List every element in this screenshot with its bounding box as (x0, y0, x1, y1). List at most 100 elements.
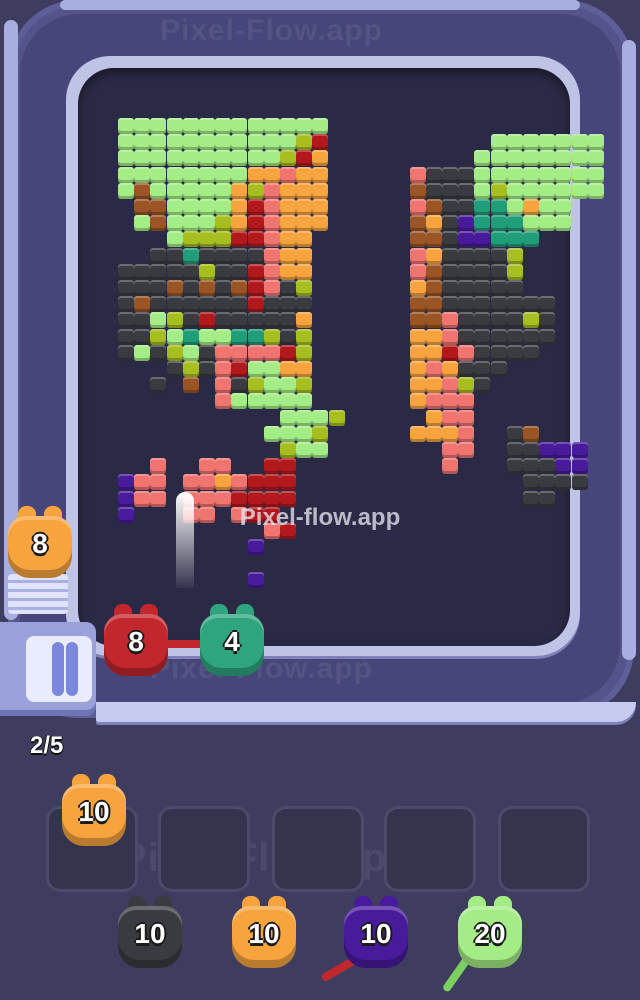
pixel-block (490, 134, 507, 151)
pixel-block (118, 134, 134, 151)
pixel-block (280, 182, 296, 199)
pixel-block (280, 150, 296, 167)
pixel-block (231, 247, 248, 264)
deck-pig[interactable]: 10 (228, 896, 300, 972)
pixel-block (442, 215, 458, 232)
pixel-block (118, 280, 134, 296)
pixel-block (231, 344, 248, 361)
pixel-block (571, 166, 588, 183)
pixel-block (182, 231, 199, 248)
pixel-block (215, 377, 232, 394)
pixel-block (280, 166, 296, 183)
pixel-block (409, 425, 426, 442)
pixel-block (458, 182, 475, 199)
pixel-block (296, 247, 313, 264)
pixel-block (474, 150, 491, 167)
deck-pig[interactable]: 10 (114, 896, 186, 972)
pixel-block (442, 182, 458, 199)
pixel-block (425, 312, 442, 329)
pixel-block (571, 458, 588, 475)
pixel-block (312, 166, 329, 183)
pixel-block (442, 344, 458, 361)
pixel-block (506, 182, 523, 199)
pixel-block (490, 296, 507, 313)
pixel-block (296, 296, 313, 313)
pixel-block (134, 312, 151, 329)
pixel-block (409, 377, 426, 394)
pixel-block (442, 231, 458, 248)
pixel-block (231, 280, 248, 296)
holding-slot-5[interactable] (498, 806, 590, 892)
queued-pig[interactable]: 8 (4, 506, 76, 582)
pixel-block (215, 231, 232, 248)
pixel-block (263, 247, 280, 264)
holding-slot-pig[interactable]: 10 (58, 774, 130, 850)
pixel-block (442, 312, 458, 329)
pixel-block (231, 312, 248, 329)
pixel-block (182, 118, 199, 134)
pixel-block (182, 182, 199, 199)
pig-ammo-count: 10 (248, 918, 280, 949)
pixel-block (263, 474, 280, 491)
pig-ammo-count: 20 (474, 918, 506, 949)
holding-slot-3[interactable] (272, 806, 364, 892)
pixel-block (215, 393, 232, 410)
pixel-block (215, 328, 232, 345)
pixel-block (247, 263, 264, 280)
pixel-block (150, 166, 167, 183)
track-top-rail (60, 0, 580, 10)
pixel-block (474, 312, 491, 329)
pixel-block (166, 328, 183, 345)
pixel-block (231, 474, 248, 491)
pixel-block (280, 425, 296, 442)
pixel-block (182, 296, 199, 313)
pixel-block (312, 442, 329, 458)
watermark-top: Pixel-Flow.app (160, 14, 383, 47)
pixel-block (215, 458, 232, 475)
pixel-block (150, 247, 167, 264)
pixel-block (425, 182, 442, 199)
pixel-block (523, 199, 539, 215)
pixel-block (199, 312, 215, 329)
pixel-block (425, 280, 442, 296)
pixel-block (280, 377, 296, 394)
pixel-block (215, 474, 232, 491)
deck-pig[interactable]: 20 (454, 896, 526, 972)
pixel-block (442, 296, 458, 313)
pixel-block (523, 150, 539, 167)
pixel-block (296, 231, 313, 248)
pixel-block (458, 409, 475, 426)
active-shooter-pig[interactable]: 8 (100, 604, 172, 680)
pixel-block (587, 134, 604, 151)
pixel-block (474, 344, 491, 361)
pixel-block (458, 425, 475, 442)
pixel-block (215, 199, 232, 215)
pixel-block (409, 344, 426, 361)
pixel-block (296, 344, 313, 361)
pixel-block (539, 442, 556, 458)
pixel-block (150, 377, 167, 394)
pig-ammo-count: 10 (134, 918, 166, 949)
pixel-block (490, 328, 507, 345)
pixel-block (263, 328, 280, 345)
pixel-block (458, 199, 475, 215)
pixel-block (247, 150, 264, 167)
pixel-block (247, 134, 264, 151)
pixel-block (263, 377, 280, 394)
pixel-block (425, 263, 442, 280)
pixel-block (199, 199, 215, 215)
pixel-block (247, 361, 264, 377)
pixel-block (442, 361, 458, 377)
active-shooter-pig[interactable]: 4 (196, 604, 268, 680)
pixel-block (150, 344, 167, 361)
holding-slot-4[interactable] (384, 806, 476, 892)
pixel-block (231, 263, 248, 280)
pixel-block (263, 425, 280, 442)
holding-slot-2[interactable] (158, 806, 250, 892)
pixel-block (280, 409, 296, 426)
pixel-block (458, 361, 475, 377)
pixel-block (263, 231, 280, 248)
pixel-block (215, 263, 232, 280)
pixel-block (280, 361, 296, 377)
deck-pig[interactable]: 10 (340, 896, 412, 972)
